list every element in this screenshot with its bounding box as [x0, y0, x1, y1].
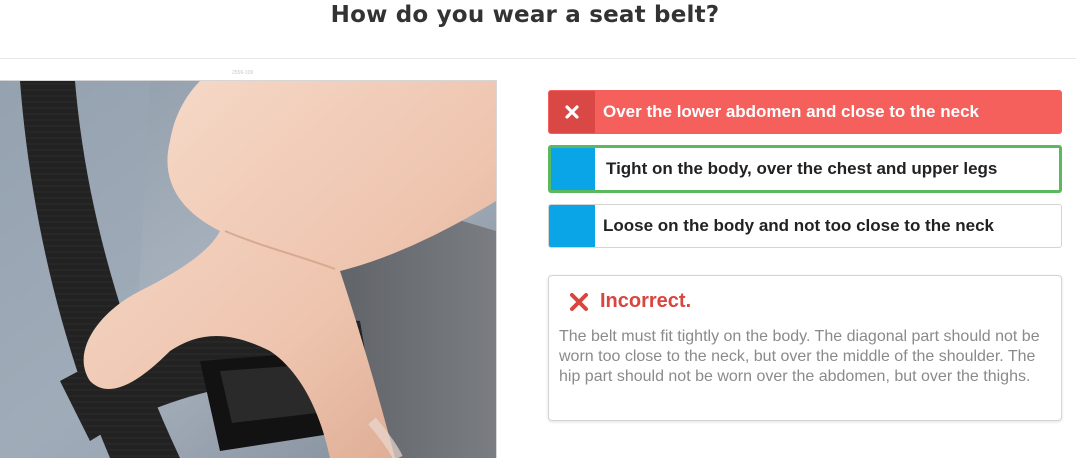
- answer-option-3[interactable]: Loose on the body and not too close to t…: [548, 204, 1062, 248]
- image-credit: 2556-109: [232, 70, 254, 76]
- feedback-header: Incorrect.: [569, 290, 691, 313]
- close-icon: [565, 105, 579, 119]
- quiz-header: How do you wear a seat belt?: [0, 0, 1076, 59]
- answer-option-2[interactable]: Tight on the body, over the chest and up…: [548, 145, 1062, 193]
- answer-label: Tight on the body, over the chest and up…: [606, 159, 998, 178]
- answer-label: Loose on the body and not too close to t…: [603, 216, 995, 235]
- question-photo: [0, 80, 497, 458]
- answer-marker: [549, 205, 595, 247]
- answer-marker-wrong: [549, 91, 595, 133]
- feedback-panel: Incorrect. The belt must fit tightly on …: [548, 275, 1062, 421]
- feedback-status: Incorrect.: [600, 290, 692, 312]
- answer-marker: [551, 148, 595, 190]
- close-icon: [570, 292, 588, 311]
- feedback-explanation: The belt must fit tightly on the body. T…: [559, 328, 1040, 385]
- answer-option-1[interactable]: Over the lower abdomen and close to the …: [548, 90, 1062, 134]
- question-title: How do you wear a seat belt?: [330, 2, 720, 28]
- seat-belt-photo-icon: [0, 81, 496, 458]
- answer-label: Over the lower abdomen and close to the …: [603, 102, 979, 121]
